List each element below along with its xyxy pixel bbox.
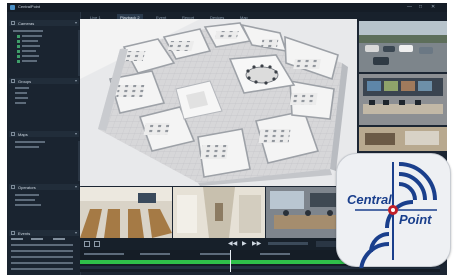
camera-tile-classroom[interactable]: [80, 187, 172, 238]
speed-slider[interactable]: [268, 242, 308, 245]
grid-icon[interactable]: [94, 241, 100, 247]
close-icon[interactable]: ✕: [431, 4, 435, 10]
camera-feed: [359, 127, 447, 151]
panel-operators-title: Operators: [18, 185, 36, 190]
table-row[interactable]: [11, 256, 73, 258]
camera-thumbnail-strip: [80, 187, 357, 238]
panel-events-title: Events: [18, 231, 31, 236]
chevron-down-icon[interactable]: ▾: [75, 184, 77, 189]
tree-item[interactable]: [15, 199, 35, 201]
tree-item[interactable]: [22, 50, 36, 52]
title-bar: CentralPoint — □ ✕: [7, 3, 447, 12]
camera-tile-parking[interactable]: [359, 21, 447, 72]
panel-operators[interactable]: Operators ▾: [9, 184, 79, 190]
camera-feed: [173, 187, 265, 238]
camera-tile-control-room[interactable]: [359, 74, 447, 125]
chevron-down-icon[interactable]: ▾: [75, 131, 77, 136]
tree-item[interactable]: [13, 30, 43, 32]
timeline-tick-labels: [260, 253, 290, 255]
panel-groups-title: Groups: [18, 79, 32, 84]
timeline-cursor[interactable]: [230, 250, 231, 272]
sidebar: Cameras ▾ Groups ▾ Maps ▾ Operators ▾ Ev…: [7, 12, 81, 275]
timeline-tick-labels: [84, 253, 124, 255]
floorplan-3d-render: [80, 19, 357, 186]
maximize-icon[interactable]: □: [419, 4, 422, 10]
tree-item[interactable]: [22, 45, 40, 47]
tree-item[interactable]: [15, 92, 27, 94]
centralpoint-logo: Central Point: [336, 153, 451, 268]
camera-status-icon: [17, 40, 20, 43]
logo-word-point: Point: [399, 212, 432, 227]
chevron-down-icon[interactable]: ▾: [75, 20, 77, 25]
logo-mark: [355, 162, 437, 268]
table-row[interactable]: [11, 250, 73, 252]
table-row[interactable]: [11, 262, 73, 264]
play-icon[interactable]: ▶: [242, 240, 247, 248]
tree-item[interactable]: [22, 40, 38, 42]
table-row[interactable]: [11, 244, 73, 246]
tree-item[interactable]: [15, 97, 28, 99]
fast-forward-icon[interactable]: ▶▶: [252, 240, 261, 248]
camera-icon: [11, 21, 15, 25]
tree-item[interactable]: [22, 60, 37, 62]
minimize-icon[interactable]: —: [407, 4, 412, 10]
chevron-down-icon[interactable]: ▾: [75, 78, 77, 83]
timeline-tick-labels: [200, 253, 230, 255]
time-field[interactable]: [316, 241, 338, 247]
window-title: CentralPoint: [18, 4, 41, 9]
app-icon: [10, 5, 15, 10]
chevron-down-icon[interactable]: ▾: [75, 230, 77, 235]
timeline-tick-labels: [140, 253, 170, 255]
panel-cameras-title: Cameras: [18, 21, 35, 26]
camera-feed: [359, 74, 447, 125]
camera-tile-hallway[interactable]: [173, 187, 265, 238]
table-row[interactable]: [11, 268, 73, 270]
camera-feed: [80, 187, 172, 238]
camera-feed: [359, 21, 447, 72]
map-icon: [11, 132, 15, 136]
panel-events[interactable]: Events ▾: [9, 230, 79, 236]
table-header: [31, 238, 43, 240]
folder-icon: [11, 79, 15, 83]
panel-groups[interactable]: Groups ▾: [9, 78, 79, 84]
layout-icon[interactable]: [84, 241, 90, 247]
tree-item[interactable]: [22, 55, 39, 57]
tree-item[interactable]: [15, 204, 41, 206]
tree-item[interactable]: [15, 146, 39, 148]
panel-cameras[interactable]: Cameras ▾: [9, 20, 79, 26]
panel-maps[interactable]: Maps ▾: [9, 131, 79, 137]
playback-controls: ◀◀ ▶ ▶▶: [80, 238, 357, 250]
tree-item[interactable]: [15, 194, 39, 196]
floorplan-3d-view[interactable]: [80, 19, 357, 186]
bell-icon: [11, 231, 15, 235]
camera-status-icon: [17, 55, 20, 58]
logo-word-central: Central: [347, 192, 392, 207]
table-header: [53, 238, 65, 240]
user-icon: [11, 185, 15, 189]
tree-item[interactable]: [15, 102, 26, 104]
camera-status-icon: [17, 50, 20, 53]
panel-maps-title: Maps: [18, 132, 28, 137]
camera-status-icon: [17, 35, 20, 38]
tree-item[interactable]: [15, 87, 29, 89]
table-header: [11, 238, 23, 240]
rewind-icon[interactable]: ◀◀: [228, 240, 237, 248]
tree-item[interactable]: [22, 35, 42, 37]
camera-status-icon: [17, 45, 20, 48]
camera-tile-office[interactable]: [359, 127, 447, 151]
tree-item[interactable]: [15, 141, 45, 143]
camera-status-icon: [17, 60, 20, 63]
